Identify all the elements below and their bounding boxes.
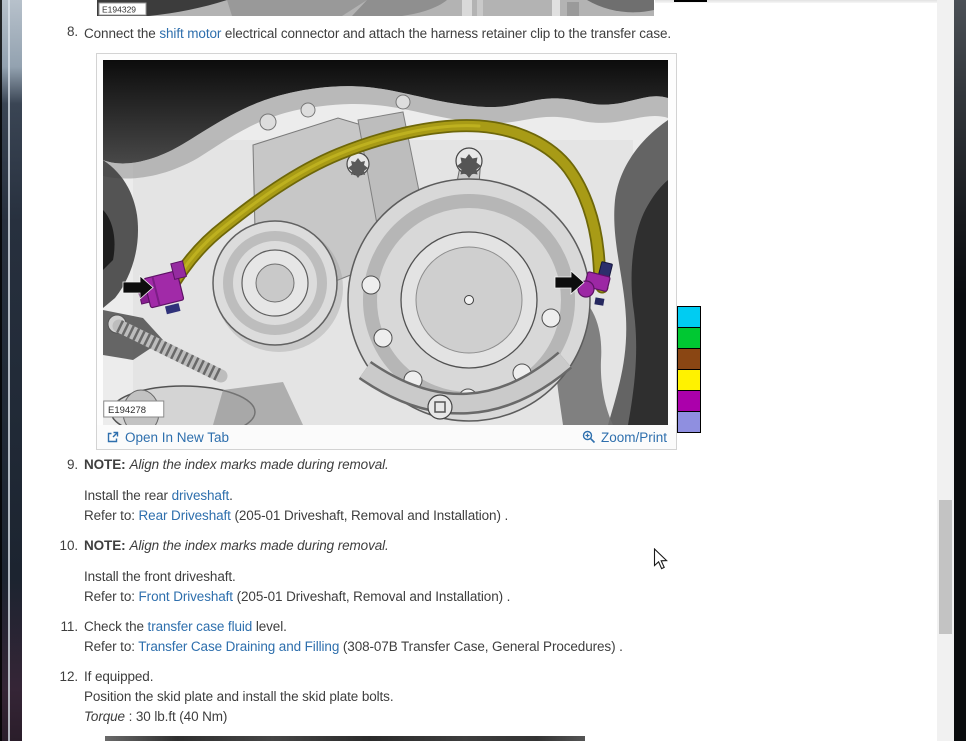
left-window-edge xyxy=(0,0,22,741)
left-edge-highlight-line xyxy=(8,0,10,741)
previous-figure-image: E194329 xyxy=(97,0,654,16)
figure-toolbar: Open In New Tab Zoom/Print xyxy=(97,425,676,449)
instruction-line: 12. If equipped. xyxy=(40,667,394,687)
open-in-new-tab-label: Open In New Tab xyxy=(125,430,229,445)
step-8: 8. Connect the shift motor electrical co… xyxy=(40,24,671,44)
driveshaft-link[interactable]: driveshaft xyxy=(172,488,230,503)
figure-viewer: E194278 Open In New Tab Zoom/Prin xyxy=(96,53,677,450)
torque-value: : 30 lb.ft (40 Nm) xyxy=(129,709,228,724)
text-run: Check the xyxy=(84,619,148,634)
right-window-edge xyxy=(954,0,966,741)
vertical-scrollbar-thumb[interactable] xyxy=(939,500,952,634)
color-swatch-lavender[interactable] xyxy=(677,411,701,433)
text-run: (205-01 Driveshaft, Removal and Installa… xyxy=(231,508,508,523)
transfer-case-illustration: E194278 xyxy=(103,60,668,425)
service-manual-page: E194329 8. Connect the shift motor elect… xyxy=(0,0,966,741)
text-run: If equipped. xyxy=(84,667,153,687)
zoom-icon xyxy=(582,430,596,444)
instruction-line: Install the front driveshaft. xyxy=(40,567,510,587)
vertical-scrollbar-track[interactable] xyxy=(937,0,954,741)
previous-figure-label: E194329 xyxy=(102,5,136,15)
step-text-run: Connect the xyxy=(84,26,159,41)
step-number: 11. xyxy=(40,617,78,637)
note-line: 9. NOTE: Align the index marks made durin… xyxy=(40,455,508,475)
step-number: 8. xyxy=(40,24,78,44)
transfer-case-draining-link[interactable]: Transfer Case Draining and Filling xyxy=(138,639,339,654)
transfer-case-fluid-link[interactable]: transfer case fluid xyxy=(148,619,253,634)
front-driveshaft-link[interactable]: Front Driveshaft xyxy=(139,589,233,604)
step-11: 11. Check the transfer case fluid level.… xyxy=(40,617,623,657)
refer-line: Refer to: Front Driveshaft (205-01 Drive… xyxy=(40,587,510,607)
color-swatch-magenta[interactable] xyxy=(677,390,701,412)
note-text: Align the index marks made during remova… xyxy=(130,457,389,472)
step-number: 12. xyxy=(40,667,78,687)
step-9: 9. NOTE: Align the index marks made durin… xyxy=(40,455,508,526)
step-text-run: electrical connector and attach the harn… xyxy=(221,26,671,41)
refer-line: Refer to: Transfer Case Draining and Fil… xyxy=(40,637,623,657)
text-run: level. xyxy=(252,619,287,634)
text-run: (308-07B Transfer Case, General Procedur… xyxy=(339,639,623,654)
color-swatch-brown[interactable] xyxy=(677,348,701,370)
text-run: (205-01 Driveshaft, Removal and Installa… xyxy=(233,589,510,604)
zoom-print-button[interactable]: Zoom/Print xyxy=(582,430,667,445)
instruction-line: Position the skid plate and install the … xyxy=(40,687,394,707)
step-number: 10. xyxy=(40,536,78,556)
open-in-new-tab-button[interactable]: Open In New Tab xyxy=(106,430,229,445)
left-edge-dark-line xyxy=(0,0,2,741)
text-run: Refer to: xyxy=(84,508,139,523)
color-swatch-cyan[interactable] xyxy=(677,306,701,328)
text-run: . xyxy=(229,488,233,503)
next-step-figure-partial xyxy=(105,736,585,741)
step-text: Connect the shift motor electrical conne… xyxy=(84,24,671,44)
note-label: NOTE: xyxy=(84,538,126,553)
shift-motor-link[interactable]: shift motor xyxy=(159,26,221,41)
figure-label: E194278 xyxy=(108,405,146,416)
note-label: NOTE: xyxy=(84,457,126,472)
mouse-cursor xyxy=(653,548,669,577)
step-10: 10. NOTE: Align the index marks made duri… xyxy=(40,536,510,607)
open-in-new-tab-icon xyxy=(106,430,120,444)
text-run: Install the rear xyxy=(84,488,172,503)
instruction-line: 11. Check the transfer case fluid level. xyxy=(40,617,623,637)
text-run: Refer to: xyxy=(84,639,138,654)
step-number: 9. xyxy=(40,455,78,475)
instruction-line: Install the rear driveshaft. xyxy=(40,486,508,506)
note-line: 10. NOTE: Align the index marks made duri… xyxy=(40,536,510,556)
color-swatch-yellow[interactable] xyxy=(677,369,701,391)
rear-driveshaft-link[interactable]: Rear Driveshaft xyxy=(139,508,231,523)
step-12: 12. If equipped. Position the skid plate… xyxy=(40,667,394,727)
torque-label: Torque xyxy=(84,709,129,724)
zoom-print-label: Zoom/Print xyxy=(601,430,667,445)
torque-line: Torque : 30 lb.ft (40 Nm) xyxy=(40,707,394,727)
color-swatch-green[interactable] xyxy=(677,327,701,349)
refer-line: Refer to: Rear Driveshaft (205-01 Drives… xyxy=(40,506,508,526)
previous-step-figure-partial: E194329 xyxy=(97,0,654,16)
text-run: Refer to: xyxy=(84,589,139,604)
previous-swatch-bottom-edge xyxy=(674,0,707,2)
highlight-color-palette xyxy=(677,307,699,433)
note-text: Align the index marks made during remova… xyxy=(130,538,389,553)
